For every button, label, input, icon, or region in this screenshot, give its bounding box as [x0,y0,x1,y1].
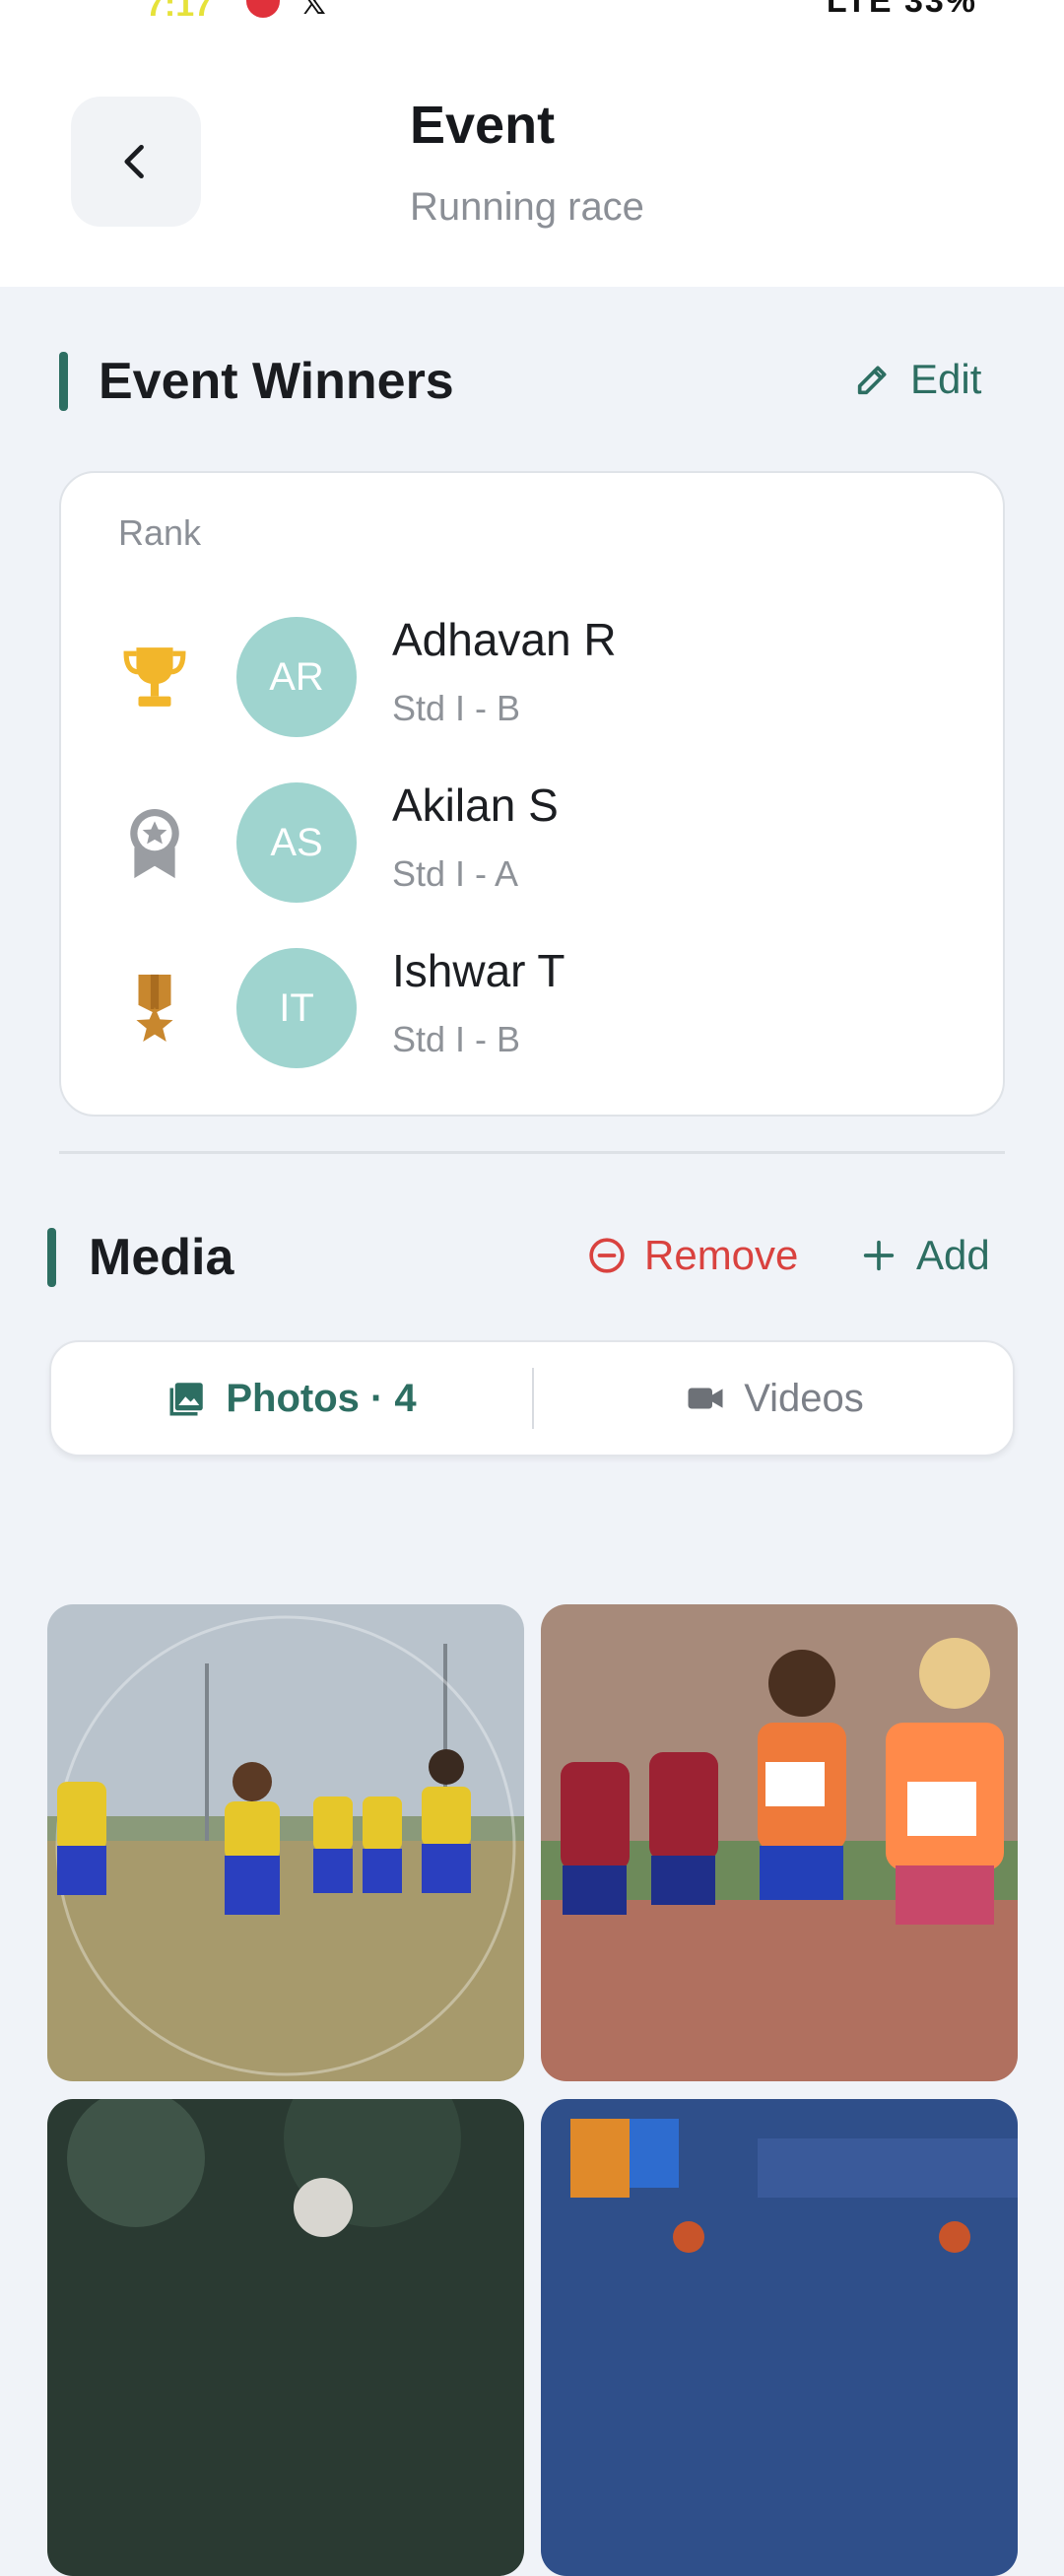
winner-class: Std I - A [392,853,519,894]
remove-button[interactable]: Remove [587,1232,798,1279]
winner-class: Std I - B [392,688,521,728]
notification-icon [246,0,280,18]
x-app-icon: 𝕏 [300,0,326,21]
add-button[interactable]: Add [859,1232,990,1279]
winners-card: Rank AR Adhavan R Std I - B AS Akilan S … [59,471,1005,1117]
page-header: Event Running race [0,26,1064,287]
rank-label: Rank [118,512,202,553]
winner-name: Akilan S [392,780,559,831]
pencil-icon [857,366,887,395]
photo-running-track [541,1604,1018,2081]
avatar: IT [236,948,357,1068]
status-bar: 7:17 𝕏 LTE 33% [0,0,1064,26]
media-title: Media [89,1229,234,1286]
silver-medal-icon [130,808,179,879]
winners-title: Event Winners [99,353,454,410]
page-subtitle: Running race [410,185,644,229]
photo-third [47,2099,524,2576]
avatar: AS [236,782,357,903]
video-camera-icon [688,1388,723,1409]
trophy-icon [123,647,186,707]
photo-fourth [541,2099,1018,2576]
winner-name: Adhavan R [392,614,617,665]
photo-thumbnail[interactable] [47,2099,524,2576]
winner-row[interactable]: IT Ishwar T Std I - B [61,940,1007,1068]
back-button[interactable] [71,97,201,227]
winner-class: Std I - B [392,1019,521,1059]
tab-videos[interactable]: Videos [534,1342,1015,1455]
media-section-header: Media Remove Add [0,1218,1064,1297]
winners-section-header: Event Winners Edit [0,342,1064,421]
chevron-left-icon [124,144,144,179]
winner-row[interactable]: AR Adhavan R Std I - B [61,609,1007,737]
add-label: Add [916,1232,990,1278]
tab-photos-label: Photos · 4 [226,1376,417,1420]
image-icon [169,1383,204,1416]
minus-circle-icon [589,1238,625,1273]
remove-label: Remove [644,1232,799,1278]
edit-button[interactable]: Edit [853,356,981,403]
section-divider [59,1151,1005,1154]
bronze-medal-icon [136,974,173,1042]
media-tabs: Photos · 4 Videos [49,1340,1015,1457]
photo-running-field [47,1604,524,2081]
plus-icon [863,1240,895,1271]
winner-name: Ishwar T [392,945,565,996]
tab-videos-label: Videos [744,1376,864,1420]
tab-photos[interactable]: Photos · 4 [51,1342,532,1455]
status-time: 7:17 [146,0,214,24]
section-accent [59,352,68,411]
photo-thumbnail[interactable] [541,2099,1018,2576]
status-indicators: LTE 33% [826,0,977,20]
winner-row[interactable]: AS Akilan S Std I - A [61,775,1007,903]
section-accent [47,1228,56,1287]
page-title: Event [410,96,556,155]
photo-thumbnail[interactable] [541,1604,1018,2081]
edit-label: Edit [910,356,982,402]
avatar: AR [236,617,357,737]
photo-thumbnail[interactable] [47,1604,524,2081]
